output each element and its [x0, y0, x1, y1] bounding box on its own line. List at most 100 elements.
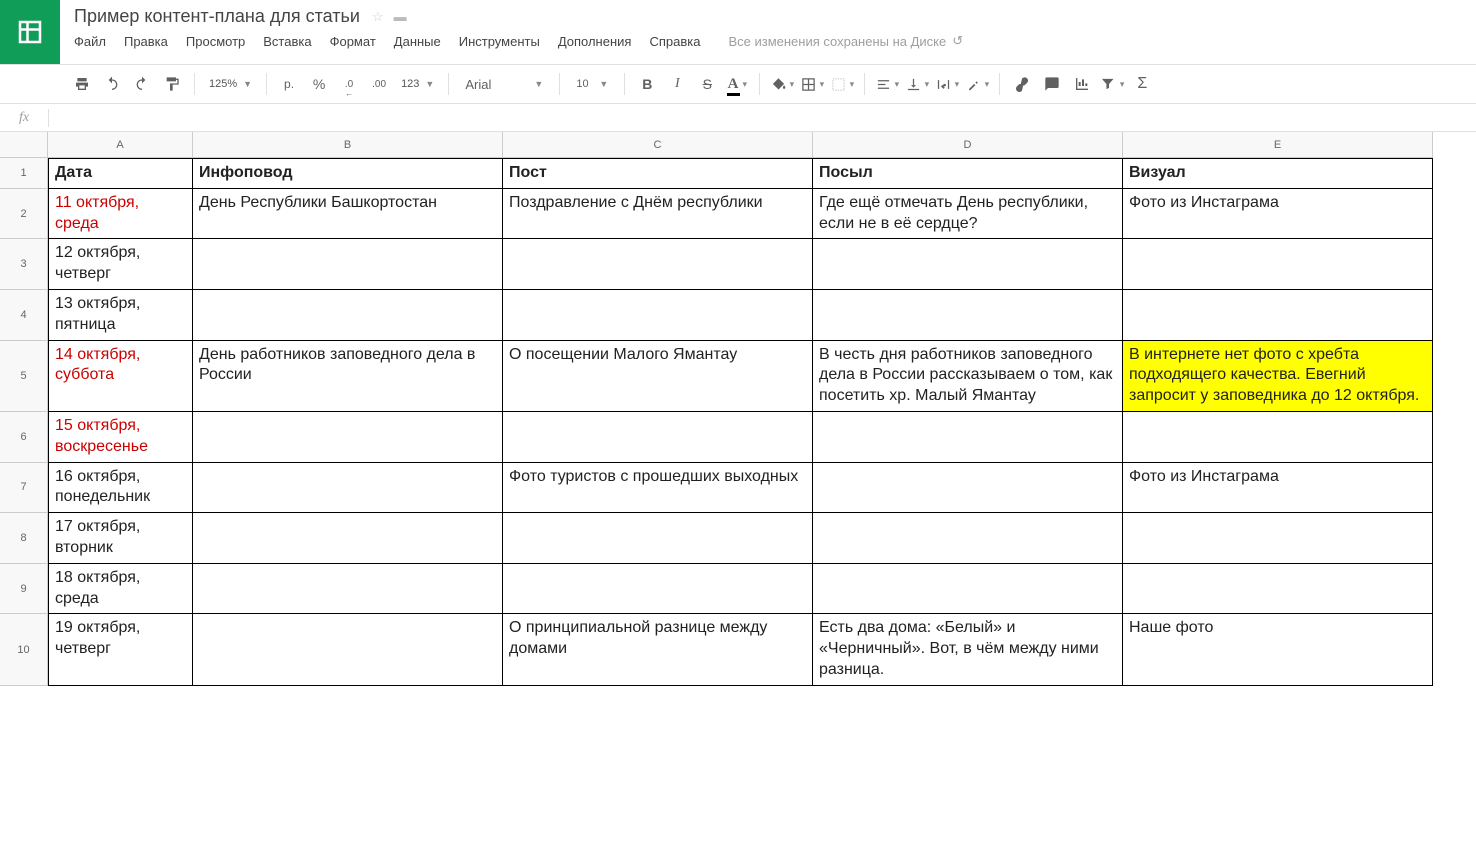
- menu-help[interactable]: Справка: [649, 34, 700, 49]
- select-all-corner[interactable]: [0, 132, 48, 158]
- cell-E6[interactable]: [1123, 412, 1433, 463]
- cell-E5[interactable]: В интернете нет фото с хребта подходящег…: [1123, 341, 1433, 412]
- cell-B3[interactable]: [193, 239, 503, 290]
- cell-A9[interactable]: 18 октября, среда: [48, 564, 193, 615]
- menu-file[interactable]: Файл: [74, 34, 106, 49]
- percent-button[interactable]: %: [307, 72, 331, 96]
- cell-B8[interactable]: [193, 513, 503, 564]
- cell-B10[interactable]: [193, 614, 503, 685]
- menu-addons[interactable]: Дополнения: [558, 34, 632, 49]
- cell-A7[interactable]: 16 октября, понедельник: [48, 463, 193, 514]
- cell-D7[interactable]: [813, 463, 1123, 514]
- wrap-button[interactable]: ▾: [935, 72, 959, 96]
- menu-edit[interactable]: Правка: [124, 34, 168, 49]
- cell-C8[interactable]: [503, 513, 813, 564]
- filter-icon[interactable]: ▾: [1100, 72, 1124, 96]
- cell-C7[interactable]: Фото туристов с прошедших выходных: [503, 463, 813, 514]
- rotate-button[interactable]: ▾: [965, 72, 989, 96]
- menu-insert[interactable]: Вставка: [263, 34, 311, 49]
- row-header-8[interactable]: 8: [0, 513, 48, 564]
- cell-D2[interactable]: Где ещё отмечать День республики, если н…: [813, 189, 1123, 240]
- row-header-3[interactable]: 3: [0, 239, 48, 290]
- row-header-7[interactable]: 7: [0, 463, 48, 514]
- cell-B4[interactable]: [193, 290, 503, 341]
- cell-E1[interactable]: Визуал: [1123, 158, 1433, 189]
- document-title[interactable]: Пример контент-плана для статьи: [74, 6, 360, 27]
- halign-button[interactable]: ▾: [875, 72, 899, 96]
- folder-icon[interactable]: ▬: [394, 9, 407, 24]
- cell-C3[interactable]: [503, 239, 813, 290]
- row-header-9[interactable]: 9: [0, 564, 48, 615]
- cell-B2[interactable]: День Республики Башкортостан: [193, 189, 503, 240]
- functions-icon[interactable]: Σ: [1130, 72, 1154, 96]
- cell-B7[interactable]: [193, 463, 503, 514]
- cell-E9[interactable]: [1123, 564, 1433, 615]
- sheets-logo[interactable]: [0, 0, 60, 64]
- menu-format[interactable]: Формат: [330, 34, 376, 49]
- row-header-4[interactable]: 4: [0, 290, 48, 341]
- cell-C5[interactable]: О посещении Малого Ямантау: [503, 341, 813, 412]
- cell-A1[interactable]: Дата: [48, 158, 193, 189]
- cell-A2[interactable]: 11 октября, среда: [48, 189, 193, 240]
- cell-C2[interactable]: Поздравление с Днём республики: [503, 189, 813, 240]
- menu-tools[interactable]: Инструменты: [459, 34, 540, 49]
- cell-B5[interactable]: День работников заповедного дела в Росси…: [193, 341, 503, 412]
- cell-A6[interactable]: 15 октября, воскресенье: [48, 412, 193, 463]
- star-icon[interactable]: ☆: [372, 9, 384, 25]
- bold-button[interactable]: B: [635, 72, 659, 96]
- cell-B6[interactable]: [193, 412, 503, 463]
- cell-A8[interactable]: 17 октября, вторник: [48, 513, 193, 564]
- cell-E7[interactable]: Фото из Инстаграма: [1123, 463, 1433, 514]
- currency-button[interactable]: р.: [277, 72, 301, 96]
- row-header-1[interactable]: 1: [0, 158, 48, 189]
- col-header-D[interactable]: D: [813, 132, 1123, 158]
- print-icon[interactable]: [70, 72, 94, 96]
- undo-icon[interactable]: [100, 72, 124, 96]
- text-color-button[interactable]: A▾: [725, 72, 749, 96]
- row-header-5[interactable]: 5: [0, 341, 48, 412]
- cell-E2[interactable]: Фото из Инстаграма: [1123, 189, 1433, 240]
- col-header-B[interactable]: B: [193, 132, 503, 158]
- number-format-select[interactable]: 123▼: [397, 78, 438, 90]
- cell-A3[interactable]: 12 октября, четверг: [48, 239, 193, 290]
- redo-icon[interactable]: [130, 72, 154, 96]
- cell-C1[interactable]: Пост: [503, 158, 813, 189]
- row-header-10[interactable]: 10: [0, 614, 48, 685]
- cell-D10[interactable]: Есть два дома: «Белый» и «Черничный». Во…: [813, 614, 1123, 685]
- cell-D6[interactable]: [813, 412, 1123, 463]
- cell-D3[interactable]: [813, 239, 1123, 290]
- cell-E8[interactable]: [1123, 513, 1433, 564]
- menu-view[interactable]: Просмотр: [186, 34, 245, 49]
- increase-decimals-button[interactable]: .00: [367, 72, 391, 96]
- italic-button[interactable]: I: [665, 72, 689, 96]
- col-header-C[interactable]: C: [503, 132, 813, 158]
- menu-data[interactable]: Данные: [394, 34, 441, 49]
- cell-C9[interactable]: [503, 564, 813, 615]
- cell-D4[interactable]: [813, 290, 1123, 341]
- cell-B9[interactable]: [193, 564, 503, 615]
- decrease-decimals-button[interactable]: .0←: [337, 72, 361, 96]
- valign-button[interactable]: ▾: [905, 72, 929, 96]
- borders-button[interactable]: ▾: [800, 72, 824, 96]
- comment-icon[interactable]: [1040, 72, 1064, 96]
- font-family-select[interactable]: Arial▼: [459, 77, 549, 92]
- cell-A10[interactable]: 19 октября, четверг: [48, 614, 193, 685]
- col-header-A[interactable]: A: [48, 132, 193, 158]
- fill-color-button[interactable]: ▾: [770, 72, 794, 96]
- cell-E3[interactable]: [1123, 239, 1433, 290]
- cell-D1[interactable]: Посыл: [813, 158, 1123, 189]
- formula-input[interactable]: [49, 104, 1476, 131]
- font-size-select[interactable]: 10▼: [570, 78, 614, 90]
- cell-D8[interactable]: [813, 513, 1123, 564]
- link-icon[interactable]: [1010, 72, 1034, 96]
- cell-A5[interactable]: 14 октября, суббота: [48, 341, 193, 412]
- row-header-2[interactable]: 2: [0, 189, 48, 240]
- paint-format-icon[interactable]: [160, 72, 184, 96]
- cell-B1[interactable]: Инфоповод: [193, 158, 503, 189]
- cell-E10[interactable]: Наше фото: [1123, 614, 1433, 685]
- cell-D9[interactable]: [813, 564, 1123, 615]
- row-header-6[interactable]: 6: [0, 412, 48, 463]
- cell-C4[interactable]: [503, 290, 813, 341]
- cell-C6[interactable]: [503, 412, 813, 463]
- cell-A4[interactable]: 13 октября, пятница: [48, 290, 193, 341]
